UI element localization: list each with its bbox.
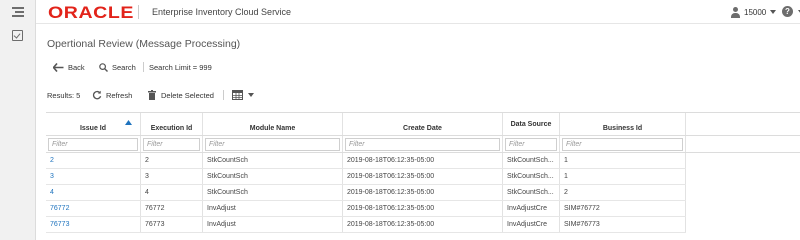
create-date-cell: 2019-08-18T06:12:35-05:00 xyxy=(343,201,503,216)
user-menu-chevron-down-icon[interactable] xyxy=(770,10,776,14)
filter-cell: Filter xyxy=(203,136,343,152)
filter-cell: Filter xyxy=(46,136,141,152)
column-header-label: Data Source xyxy=(510,120,552,128)
issue-id-link[interactable]: 3 xyxy=(46,169,141,184)
issue-id-link[interactable]: 4 xyxy=(46,185,141,200)
column-header-label: Module Name xyxy=(249,124,296,132)
create-date-cell: 2019-08-18T06:12:35-05:00 xyxy=(343,169,503,184)
issue-id-filter-input[interactable]: Filter xyxy=(48,137,138,151)
table-row[interactable]: 76773 76773 InvAdjust 2019-08-18T06:12:3… xyxy=(46,217,686,233)
business-id-cell: SIM#76773 xyxy=(560,217,686,232)
delete-selected-label: Delete Selected xyxy=(161,90,214,100)
column-header-label: Execution Id xyxy=(150,124,193,132)
page-title: Opertional Review (Message Processing) xyxy=(47,38,241,50)
search-button[interactable]: Search xyxy=(99,60,136,74)
table-view-icon xyxy=(232,90,243,100)
create-date-cell: 2019-08-18T06:12:35-05:00 xyxy=(343,185,503,200)
oracle-logo: ORACLE xyxy=(48,3,134,22)
column-header-module-name[interactable]: Module Name xyxy=(203,113,343,135)
table-row[interactable]: 76772 76772 InvAdjust 2019-08-18T06:12:3… xyxy=(46,201,686,217)
tasks-icon[interactable] xyxy=(12,30,23,41)
business-id-cell: 2 xyxy=(560,185,686,200)
execution-id-cell: 2 xyxy=(141,153,203,168)
table-row[interactable]: 3 3 StkCountSch 2019-08-18T06:12:35-05:0… xyxy=(46,169,686,185)
user-id[interactable]: 15000 xyxy=(744,8,766,17)
execution-id-filter-input[interactable]: Filter xyxy=(143,137,200,151)
execution-id-cell: 3 xyxy=(141,169,203,184)
issue-id-link[interactable]: 76772 xyxy=(46,201,141,216)
column-header-label: Issue Id xyxy=(79,124,107,132)
refresh-button[interactable]: Refresh xyxy=(92,88,132,102)
column-header-create-date[interactable]: Create Date xyxy=(343,113,503,135)
refresh-icon xyxy=(92,90,102,100)
back-label: Back xyxy=(68,62,85,72)
search-icon xyxy=(99,62,108,72)
issue-id-link[interactable]: 2 xyxy=(46,153,141,168)
module-name-cell: StkCountSch xyxy=(203,185,343,200)
column-header-execution-id[interactable]: Execution Id xyxy=(141,113,203,135)
data-source-cell: InvAdjustCre xyxy=(503,201,560,216)
data-source-cell: StkCountSch... xyxy=(503,169,560,184)
column-header-label: Business Id xyxy=(602,124,643,132)
execution-id-cell: 76773 xyxy=(141,217,203,232)
refresh-label: Refresh xyxy=(106,90,133,100)
data-source-cell: StkCountSch... xyxy=(503,185,560,200)
trash-icon xyxy=(148,90,156,100)
column-header-issue-id[interactable]: Issue Id xyxy=(46,113,141,135)
view-chevron-down-icon xyxy=(248,93,254,97)
issues-table: Issue Id Execution Id Module Name Create… xyxy=(46,112,800,233)
business-id-cell: 1 xyxy=(560,153,686,168)
module-name-cell: StkCountSch xyxy=(203,169,343,184)
table-header-filler xyxy=(686,113,800,135)
back-button[interactable]: Back xyxy=(53,60,85,74)
table-row[interactable]: 2 2 StkCountSch 2019-08-18T06:12:35-05:0… xyxy=(46,153,686,169)
data-source-cell: StkCountSch... xyxy=(503,153,560,168)
search-limit-text: Search Limit = 999 xyxy=(149,62,212,72)
module-name-cell: StkCountSch xyxy=(203,153,343,168)
module-name-cell: InvAdjust xyxy=(203,217,343,232)
filter-cell: Filter xyxy=(503,136,560,152)
left-rail xyxy=(0,0,36,240)
results-count: Results: 5 xyxy=(47,91,81,100)
data-source-filter-input[interactable]: Filter xyxy=(505,137,557,151)
execution-id-cell: 76772 xyxy=(141,201,203,216)
create-date-filter-input[interactable]: Filter xyxy=(345,137,500,151)
actions-divider xyxy=(223,90,224,100)
search-label: Search xyxy=(112,62,136,72)
filter-cell: Filter xyxy=(343,136,503,152)
toolbar-divider xyxy=(143,62,144,72)
column-header-business-id[interactable]: Business Id xyxy=(560,113,686,135)
filter-cell: Filter xyxy=(141,136,203,152)
business-id-cell: SIM#76772 xyxy=(560,201,686,216)
business-id-filter-input[interactable]: Filter xyxy=(562,137,683,151)
help-icon[interactable]: ? xyxy=(782,6,793,17)
header-divider xyxy=(138,5,139,19)
table-row[interactable]: 4 4 StkCountSch 2019-08-18T06:12:35-05:0… xyxy=(46,185,686,201)
create-date-cell: 2019-08-18T06:12:35-05:00 xyxy=(343,217,503,232)
sort-ascending-icon[interactable] xyxy=(125,120,132,125)
execution-id-cell: 4 xyxy=(141,185,203,200)
app-title: Enterprise Inventory Cloud Service xyxy=(152,7,292,17)
filter-row: Filter Filter Filter Filter Filter Filte… xyxy=(46,136,800,153)
business-id-cell: 1 xyxy=(560,169,686,184)
user-icon[interactable] xyxy=(730,7,740,18)
column-header-label: Create Date xyxy=(403,124,442,132)
view-menu-button[interactable] xyxy=(232,88,254,102)
data-source-cell: InvAdjustCre xyxy=(503,217,560,232)
back-arrow-icon xyxy=(53,62,64,72)
module-name-filter-input[interactable]: Filter xyxy=(205,137,340,151)
create-date-cell: 2019-08-18T06:12:35-05:00 xyxy=(343,153,503,168)
app-header: ORACLE Enterprise Inventory Cloud Servic… xyxy=(36,0,800,24)
module-name-cell: InvAdjust xyxy=(203,201,343,216)
column-header-data-source[interactable]: Data Source xyxy=(503,113,560,135)
issue-id-link[interactable]: 76773 xyxy=(46,217,141,232)
table-header-row: Issue Id Execution Id Module Name Create… xyxy=(46,113,800,136)
navigator-menu-icon[interactable] xyxy=(12,7,24,17)
delete-selected-button[interactable]: Delete Selected xyxy=(148,88,214,102)
filter-cell: Filter xyxy=(560,136,686,152)
filter-row-filler xyxy=(686,136,800,152)
